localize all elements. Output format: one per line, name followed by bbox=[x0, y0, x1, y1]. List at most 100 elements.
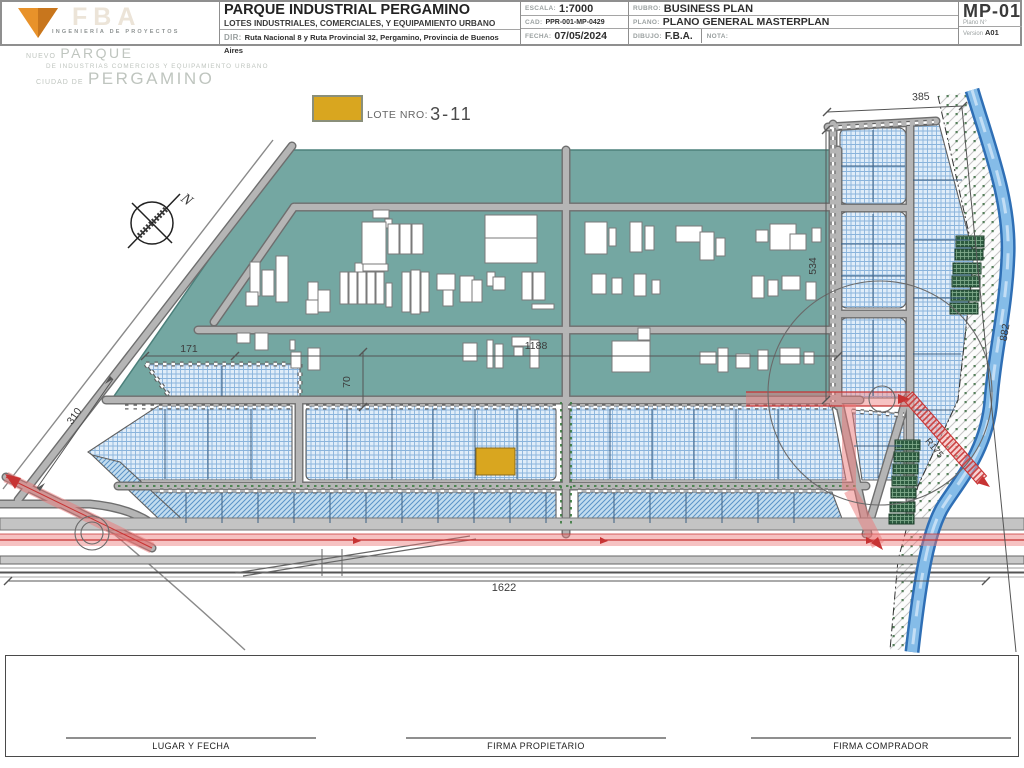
green-building bbox=[895, 440, 920, 450]
drawing-sheet: N 3855348823101711188701622R175 FBA INGE… bbox=[0, 0, 1024, 768]
building-footprint bbox=[768, 280, 778, 296]
project-stamp: NUEVO PARQUE DE INDUSTRIAS COMERCIOS Y E… bbox=[26, 48, 269, 88]
masterplan-canvas: N 3855348823101711188701622R175 bbox=[0, 0, 1024, 768]
building-footprint bbox=[634, 274, 646, 296]
building-footprint bbox=[522, 272, 532, 300]
dimension-label: 385 bbox=[912, 91, 930, 104]
building-footprint bbox=[514, 347, 523, 356]
dir-label: DIR: bbox=[224, 33, 242, 42]
building-footprint bbox=[676, 226, 702, 242]
building-footprint bbox=[790, 234, 806, 250]
sheet-number-cell: MP-01 Plano N° VersionA01 bbox=[959, 2, 1022, 44]
plano-value: PLANO GENERAL MASTERPLAN bbox=[663, 16, 830, 28]
green-building bbox=[893, 464, 918, 474]
fba-ghost-text: FBA bbox=[72, 3, 141, 32]
dimension-label: 534 bbox=[807, 257, 819, 275]
building-footprint bbox=[237, 333, 250, 343]
building-footprint bbox=[652, 280, 660, 294]
green-building bbox=[889, 514, 914, 524]
building-footprint bbox=[318, 290, 330, 312]
building-footprint bbox=[349, 272, 357, 304]
lot-legend: LOTE NRO: 3-11 bbox=[312, 95, 473, 122]
building-footprint bbox=[756, 230, 768, 242]
signature-line bbox=[66, 737, 316, 739]
building-footprint bbox=[752, 276, 764, 298]
building-footprint bbox=[718, 348, 728, 372]
cad-value: PPR-001-MP-0429 bbox=[545, 19, 604, 26]
building-footprint bbox=[412, 224, 423, 254]
stamp-ciudad: CIUDAD DE bbox=[36, 79, 84, 86]
building-footprint bbox=[376, 272, 384, 304]
north-compass: N bbox=[128, 190, 196, 248]
building-footprint bbox=[411, 270, 420, 314]
building-footprint bbox=[472, 280, 482, 302]
building-footprint bbox=[532, 304, 554, 309]
dimension-label: 882 bbox=[998, 323, 1013, 342]
rubro-label: RUBRO: bbox=[633, 5, 661, 12]
building-footprint bbox=[804, 352, 814, 364]
green-building bbox=[951, 290, 979, 301]
signature-line bbox=[406, 737, 666, 739]
signature-field-lugar: LUGAR Y FECHA bbox=[66, 737, 316, 751]
building-footprint bbox=[437, 274, 455, 290]
industrial-zone bbox=[112, 150, 838, 399]
building-footprint bbox=[262, 270, 274, 296]
building-footprint bbox=[250, 262, 260, 296]
building-footprint bbox=[485, 215, 537, 238]
building-footprint bbox=[630, 222, 642, 252]
building-footprint bbox=[291, 352, 301, 368]
green-building bbox=[891, 488, 916, 498]
highlighted-lot-3-11 bbox=[476, 448, 515, 475]
dimension-label: 1188 bbox=[525, 340, 548, 352]
plano-label: PLANO: bbox=[633, 19, 660, 26]
building-footprint bbox=[386, 283, 392, 307]
building-footprint bbox=[487, 340, 493, 368]
lot-color-swatch bbox=[312, 95, 363, 122]
dimension-label: 1622 bbox=[492, 582, 516, 594]
building-footprint bbox=[362, 222, 386, 264]
fecha-label: FECHA: bbox=[525, 33, 551, 40]
building-footprint bbox=[609, 228, 616, 246]
green-building bbox=[894, 452, 919, 462]
project-title-cell: PARQUE INDUSTRIAL PERGAMINO LOTES INDUST… bbox=[220, 2, 521, 44]
building-footprint bbox=[246, 292, 258, 306]
building-footprint bbox=[493, 277, 505, 290]
lot-legend-value: 3-11 bbox=[430, 104, 473, 125]
building-footprint bbox=[638, 328, 650, 340]
green-building bbox=[953, 263, 981, 274]
dimension-label: 171 bbox=[180, 343, 198, 355]
signature-box: LUGAR Y FECHA FIRMA PROPIETARIO FIRMA CO… bbox=[5, 655, 1019, 757]
green-building bbox=[956, 236, 984, 247]
building-footprint bbox=[533, 272, 545, 300]
building-footprint bbox=[758, 350, 768, 370]
building-footprint bbox=[402, 272, 410, 312]
building-footprint bbox=[585, 222, 607, 254]
nota-label: NOTA: bbox=[707, 33, 729, 40]
rubro-value: BUSINESS PLAN bbox=[664, 3, 753, 15]
building-footprint bbox=[388, 224, 399, 254]
meta-scale-cell: ESCALA:1:7000 CAD:PPR-001-MP-0429 FECHA:… bbox=[521, 2, 629, 44]
project-title: PARQUE INDUSTRIAL PERGAMINO bbox=[220, 2, 520, 18]
dibujo-label: DIBUJO: bbox=[633, 33, 662, 40]
meta-plan-cell: RUBRO:BUSINESS PLAN PLANO:PLANO GENERAL … bbox=[629, 2, 959, 44]
logo-cell: FBA INGENIERÍA DE PROYECTOS bbox=[2, 2, 220, 44]
lot-legend-label: LOTE NRO: bbox=[367, 109, 428, 121]
building-footprint bbox=[276, 256, 288, 302]
building-footprint bbox=[463, 343, 477, 361]
building-footprint bbox=[308, 282, 318, 300]
building-footprint bbox=[700, 352, 716, 364]
building-footprint bbox=[358, 272, 366, 304]
building-footprint bbox=[806, 282, 816, 300]
building-footprint bbox=[290, 340, 295, 350]
cad-label: CAD: bbox=[525, 19, 542, 26]
green-building bbox=[892, 476, 917, 486]
sheet-version: VersionA01 bbox=[959, 26, 1022, 37]
green-building bbox=[952, 276, 980, 287]
building-footprint bbox=[421, 272, 429, 312]
building-footprint bbox=[485, 238, 537, 263]
green-building bbox=[890, 502, 915, 512]
dibujo-value: F.B.A. bbox=[665, 31, 693, 42]
fba-logo-icon bbox=[16, 6, 60, 42]
secondary-road-line bbox=[115, 535, 245, 650]
escala-label: ESCALA: bbox=[525, 5, 556, 12]
